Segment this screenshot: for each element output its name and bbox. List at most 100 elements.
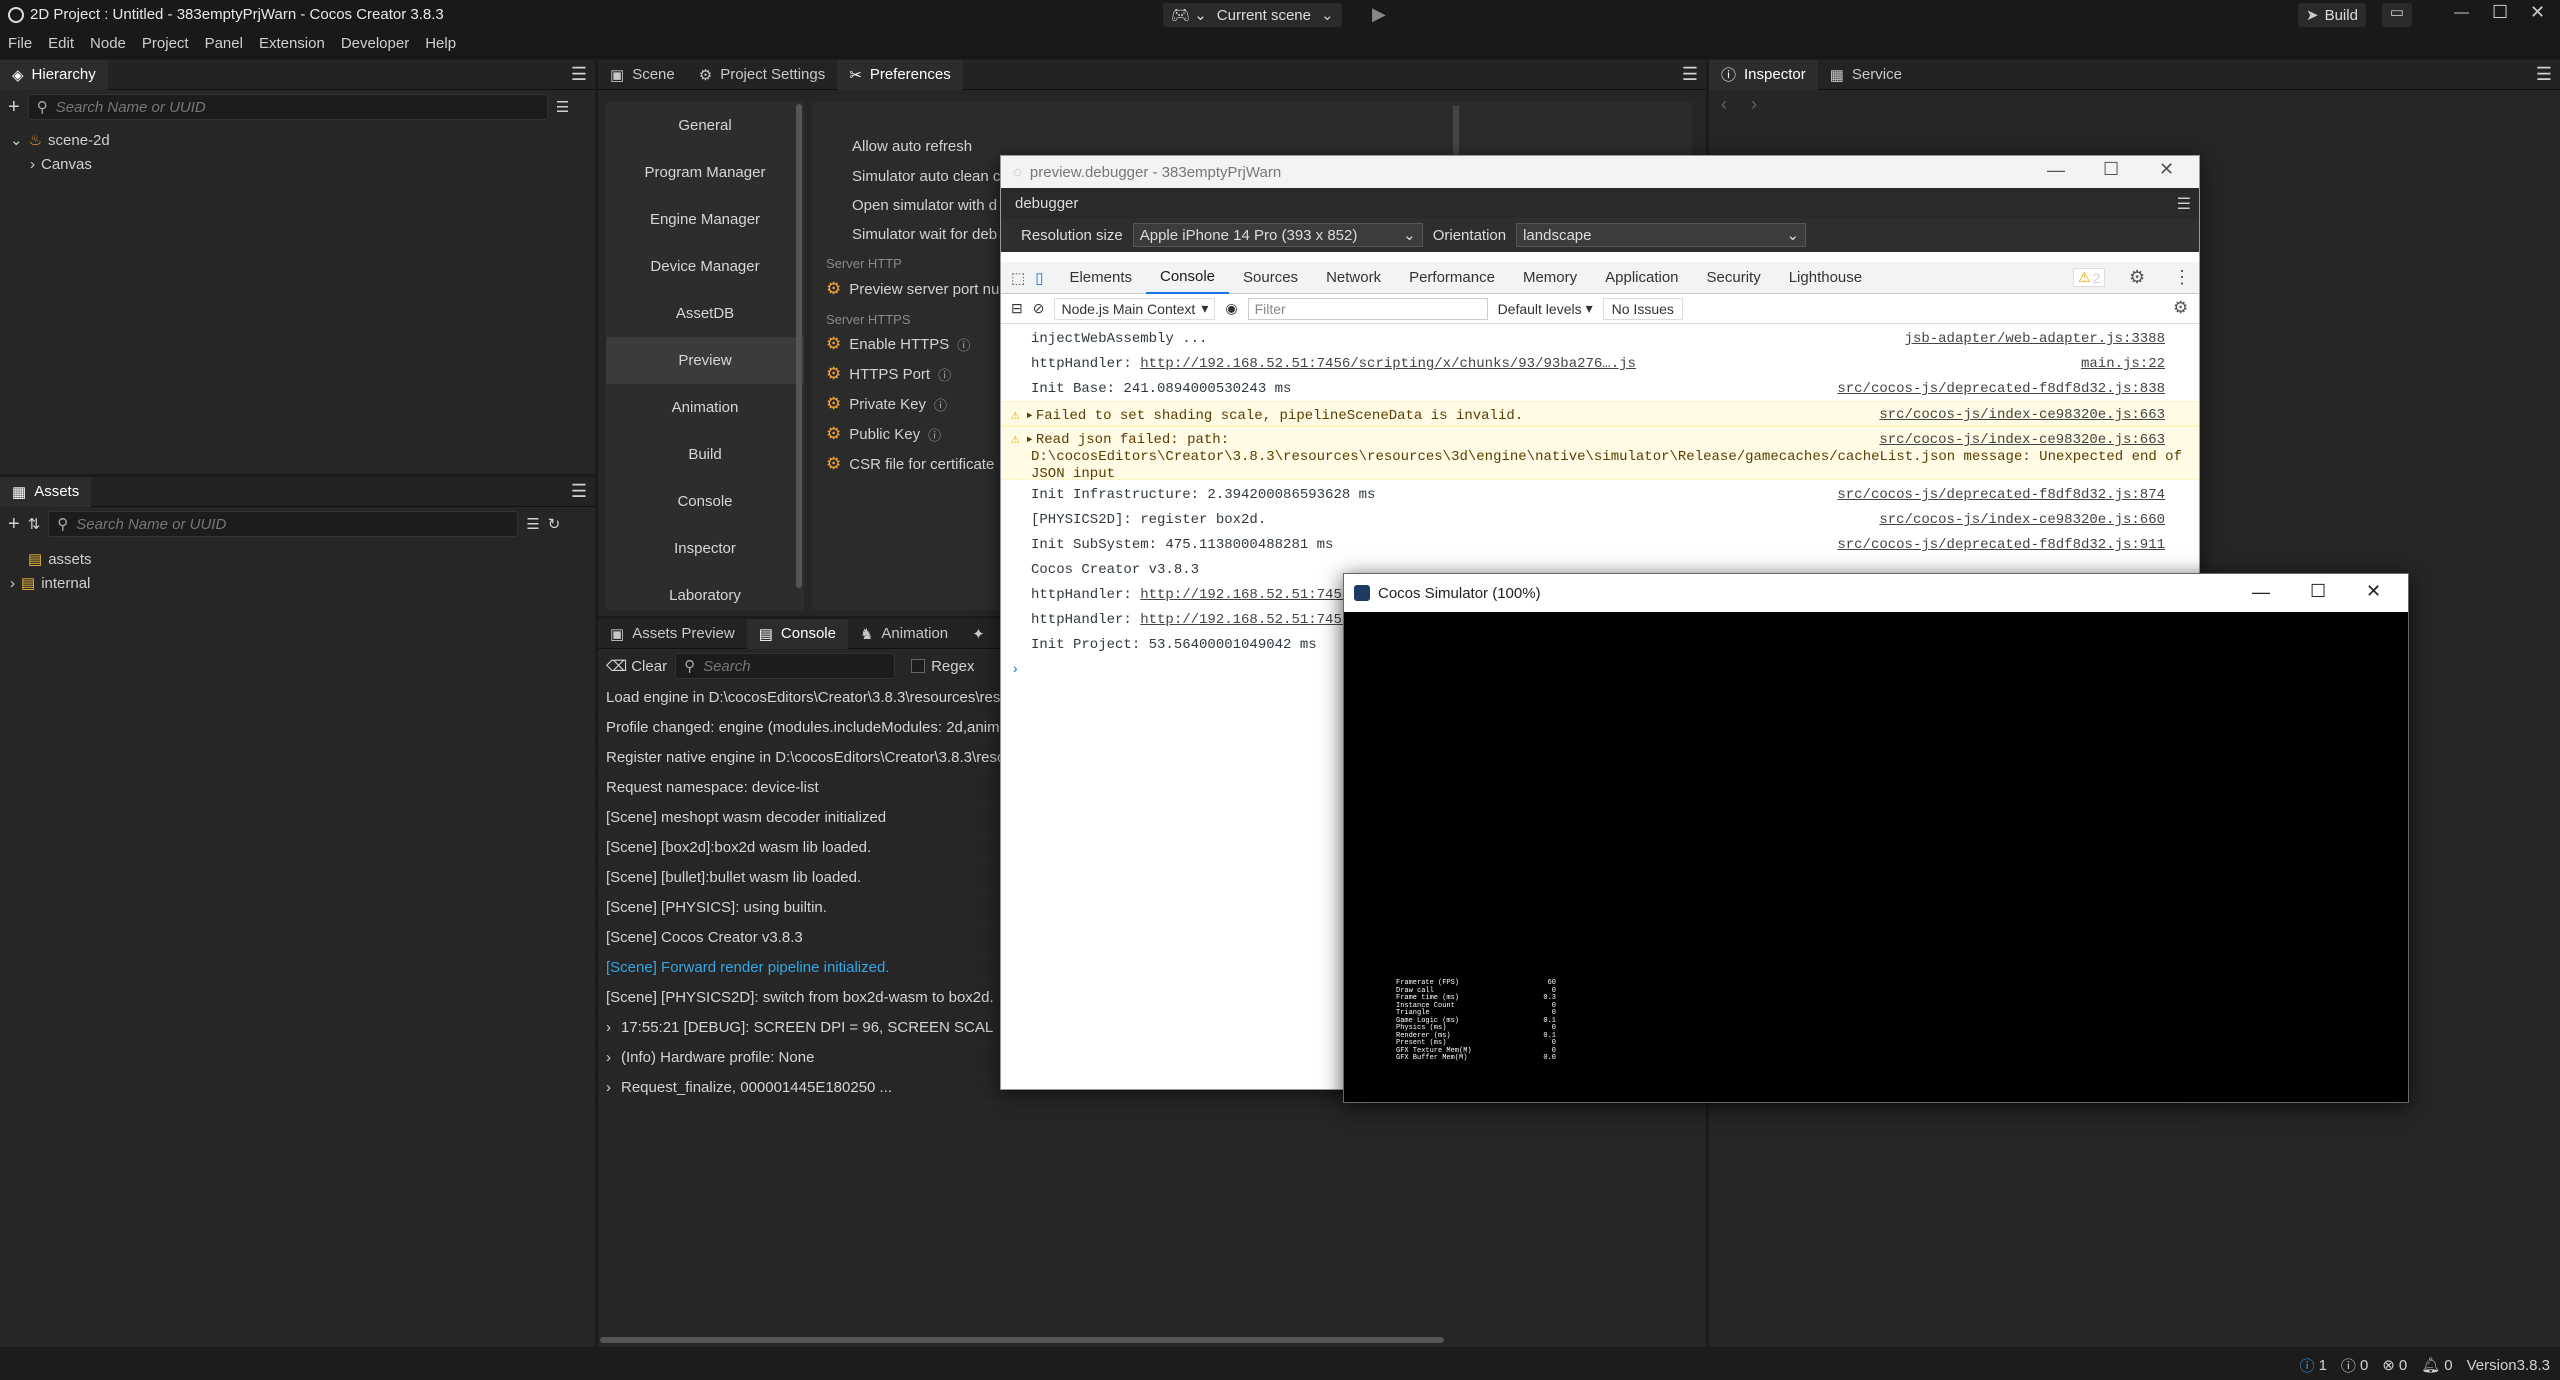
tab-memory[interactable]: Memory bbox=[1509, 262, 1591, 294]
build-button[interactable]: Build bbox=[2325, 7, 2358, 24]
clear-console-icon[interactable]: ⊘ bbox=[1033, 300, 1045, 317]
source-link[interactable]: main.js:22 bbox=[2081, 356, 2165, 372]
eye-icon[interactable]: ◉ bbox=[1225, 300, 1237, 317]
asset-folder-internal[interactable]: › ▤ internal bbox=[10, 571, 585, 595]
filter-input[interactable]: Filter bbox=[1247, 297, 1488, 320]
source-link[interactable]: src/cocos-js/index-ce98320e.js:660 bbox=[1879, 512, 2165, 528]
list-icon[interactable]: ☰ bbox=[526, 515, 539, 533]
pref-console[interactable]: Console bbox=[606, 478, 804, 525]
pref-inspector[interactable]: Inspector bbox=[606, 525, 804, 572]
tab-elements[interactable]: Elements bbox=[1055, 262, 1146, 294]
scene-selector[interactable]: Current scene bbox=[1217, 7, 1311, 24]
close-icon[interactable]: ✕ bbox=[2530, 2, 2545, 23]
menu-project[interactable]: Project bbox=[142, 35, 189, 52]
debugger-tab[interactable]: debugger bbox=[1015, 195, 1078, 212]
menu-developer[interactable]: Developer bbox=[341, 35, 409, 52]
tab-assets-preview[interactable]: ▣ Assets Preview bbox=[598, 619, 747, 649]
pref-build[interactable]: Build bbox=[606, 431, 804, 478]
sidebar-toggle-icon[interactable]: ⊟ bbox=[1011, 300, 1023, 317]
tab-inspector[interactable]: ⓘ Inspector bbox=[1709, 59, 1818, 90]
maximize-icon[interactable]: ☐ bbox=[2310, 581, 2326, 602]
tab-console[interactable]: ▤ Console bbox=[746, 618, 848, 649]
close-icon[interactable]: ✕ bbox=[2159, 159, 2174, 180]
tab-performance[interactable]: Performance bbox=[1395, 262, 1509, 294]
menu-node[interactable]: Node bbox=[90, 35, 126, 52]
tab-project-settings[interactable]: ⚙ Project Settings bbox=[687, 60, 838, 90]
tab-scene[interactable]: ▣ Scene bbox=[598, 60, 687, 90]
info-icon[interactable]: ⓘ bbox=[2300, 1355, 2315, 1376]
source-link[interactable]: jsb-adapter/web-adapter.js:3388 bbox=[1905, 331, 2165, 347]
tab-security[interactable]: Security bbox=[1693, 262, 1775, 294]
tab-console[interactable]: Console bbox=[1145, 262, 1230, 294]
url-link[interactable]: http://192.168.52.51:7456 bbox=[1140, 587, 1350, 603]
pref-device-manager[interactable]: Device Manager bbox=[606, 243, 804, 290]
tab-sources[interactable]: Sources bbox=[1229, 262, 1312, 294]
url-link[interactable]: http://192.168.52.51:7456 bbox=[1140, 612, 1350, 628]
resolution-select[interactable]: Apple iPhone 14 Pro (393 x 852) ⌄ bbox=[1132, 223, 1423, 247]
minimize-icon[interactable]: — bbox=[2252, 582, 2270, 603]
url-link[interactable]: http://192.168.52.51:7456/scripting/x/ch… bbox=[1140, 356, 1636, 372]
asset-folder-assets[interactable]: ▤ assets bbox=[10, 547, 585, 571]
levels-select[interactable]: Default levels ▾ bbox=[1498, 300, 1593, 317]
console-warning[interactable]: ⚠ ▸ Read json failed: path: D:\cocosEditors… bbox=[1001, 426, 2199, 482]
collapse-icon[interactable]: ☰ bbox=[556, 98, 569, 116]
tab-service[interactable]: ▦ Service bbox=[1818, 60, 1914, 90]
refresh-icon[interactable]: ↻ bbox=[548, 515, 561, 533]
minimize-icon[interactable]: — bbox=[2454, 4, 2469, 21]
console-warning[interactable]: ⚠ ▸ Failed to set shading scale, pipelineS… bbox=[1001, 401, 2199, 426]
panel-menu-icon[interactable]: ☰ bbox=[571, 64, 587, 85]
sort-icon[interactable]: ⇅ bbox=[28, 515, 41, 533]
help-icon[interactable]: ⓘ bbox=[934, 395, 947, 414]
more-icon[interactable]: ⋮ bbox=[2173, 267, 2191, 288]
issues-button[interactable]: No Issues bbox=[1602, 297, 1683, 320]
pref-animation[interactable]: Animation bbox=[606, 384, 804, 431]
menu-panel[interactable]: Panel bbox=[205, 35, 243, 52]
bell-icon[interactable]: 🔔︎ bbox=[2421, 1356, 2440, 1374]
folder-icon[interactable]: ▭ bbox=[2382, 3, 2412, 27]
error-icon[interactable]: ⊗ bbox=[2382, 1356, 2395, 1374]
orientation-select[interactable]: landscape ⌄ bbox=[1516, 223, 1807, 247]
panel-menu-icon[interactable]: ☰ bbox=[2536, 64, 2552, 85]
inspect-icon[interactable]: ⬚ bbox=[1011, 269, 1025, 287]
menu-file[interactable]: File bbox=[8, 35, 32, 52]
tab-lighthouse[interactable]: Lighthouse bbox=[1775, 262, 1876, 294]
source-link[interactable]: src/cocos-js/deprecated-f8df8d32.js:838 bbox=[1837, 381, 2165, 397]
panel-menu-icon[interactable]: ☰ bbox=[1682, 64, 1698, 85]
pref-engine-manager[interactable]: Engine Manager bbox=[606, 196, 804, 243]
maximize-icon[interactable]: ☐ bbox=[2103, 159, 2119, 180]
add-asset-icon[interactable]: + bbox=[8, 513, 20, 536]
pref-program-manager[interactable]: Program Manager bbox=[606, 149, 804, 196]
play-icon[interactable]: ▶ bbox=[1372, 4, 1386, 25]
help-icon[interactable]: ⓘ bbox=[938, 365, 951, 384]
gamepad-icon[interactable]: 🎮︎ ⌄ bbox=[1171, 6, 1207, 24]
tree-item-canvas[interactable]: › Canvas bbox=[10, 152, 585, 176]
help-icon[interactable]: ⓘ bbox=[957, 335, 970, 354]
menu-extension[interactable]: Extension bbox=[259, 35, 325, 52]
context-select[interactable]: Node.js Main Context ▾ bbox=[1054, 297, 1216, 320]
help-icon[interactable]: ⓘ bbox=[928, 425, 941, 444]
panel-menu-icon[interactable]: ☰ bbox=[571, 481, 587, 502]
regex-checkbox[interactable] bbox=[911, 659, 926, 673]
tab-application[interactable]: Application bbox=[1591, 262, 1692, 294]
tab-assets[interactable]: ▦ Assets bbox=[0, 476, 92, 507]
pref-preview[interactable]: Preview bbox=[606, 337, 804, 384]
tab-preferences[interactable]: ✂ Preferences bbox=[837, 59, 963, 90]
horizontal-scrollbar[interactable] bbox=[600, 1337, 1444, 1343]
clear-button[interactable]: ⌫ Clear bbox=[606, 657, 667, 676]
warning-badge[interactable]: ⚠ 2 bbox=[2073, 268, 2106, 287]
console-search-input[interactable]: ⚲ Search bbox=[675, 653, 896, 679]
console-settings-icon[interactable]: ⚙ bbox=[2173, 298, 2188, 318]
menu-help[interactable]: Help bbox=[425, 35, 456, 52]
source-link[interactable]: src/cocos-js/index-ce98320e.js:663 bbox=[1879, 407, 2165, 423]
source-link[interactable]: src/cocos-js/deprecated-f8df8d32.js:911 bbox=[1837, 537, 2165, 553]
forward-icon[interactable]: › bbox=[1751, 94, 1757, 115]
minimize-icon[interactable]: — bbox=[2047, 160, 2065, 181]
source-link[interactable]: src/cocos-js/deprecated-f8df8d32.js:874 bbox=[1837, 487, 2165, 503]
source-link[interactable]: src/cocos-js/index-ce98320e.js:663 bbox=[1879, 432, 2165, 449]
scrollbar[interactable] bbox=[796, 104, 802, 588]
tab-network[interactable]: Network bbox=[1312, 262, 1395, 294]
pref-general[interactable]: General bbox=[606, 102, 804, 149]
close-icon[interactable]: ✕ bbox=[2366, 581, 2381, 602]
menu-icon[interactable]: ☰ bbox=[2177, 194, 2191, 214]
tab-hierarchy[interactable]: ◈ Hierarchy bbox=[0, 59, 108, 90]
